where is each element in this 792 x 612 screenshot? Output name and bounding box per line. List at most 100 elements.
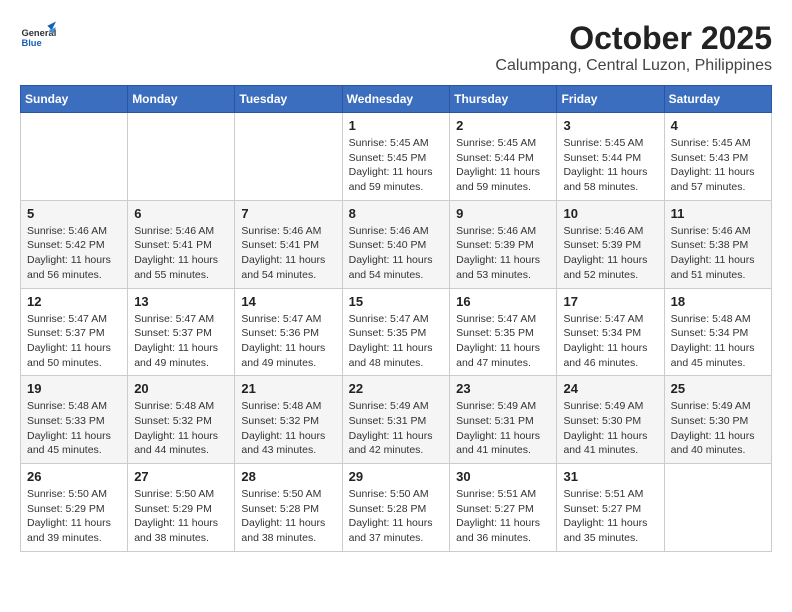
day-info: Sunrise: 5:48 AMSunset: 5:33 PMDaylight:… <box>27 399 122 458</box>
day-info: Sunrise: 5:49 AMSunset: 5:31 PMDaylight:… <box>456 399 551 458</box>
day-info: Sunrise: 5:46 AMSunset: 5:38 PMDaylight:… <box>671 224 766 283</box>
calendar-cell: 22 Sunrise: 5:49 AMSunset: 5:31 PMDayligh… <box>342 376 450 464</box>
title-block: October 2025 Calumpang, Central Luzon, P… <box>495 20 772 75</box>
day-number: 19 <box>27 381 122 396</box>
day-info: Sunrise: 5:47 AMSunset: 5:34 PMDaylight:… <box>563 312 658 371</box>
calendar-cell <box>235 113 342 201</box>
day-info: Sunrise: 5:48 AMSunset: 5:32 PMDaylight:… <box>134 399 229 458</box>
day-number: 28 <box>241 469 336 484</box>
calendar-cell: 20 Sunrise: 5:48 AMSunset: 5:32 PMDayligh… <box>128 376 235 464</box>
day-number: 13 <box>134 294 229 309</box>
day-info: Sunrise: 5:45 AMSunset: 5:43 PMDaylight:… <box>671 136 766 195</box>
day-number: 23 <box>456 381 551 396</box>
day-info: Sunrise: 5:46 AMSunset: 5:40 PMDaylight:… <box>349 224 445 283</box>
calendar-week-4: 19 Sunrise: 5:48 AMSunset: 5:33 PMDayligh… <box>21 376 772 464</box>
calendar-cell: 30 Sunrise: 5:51 AMSunset: 5:27 PMDayligh… <box>450 464 557 552</box>
calendar-cell <box>128 113 235 201</box>
calendar-cell: 11 Sunrise: 5:46 AMSunset: 5:38 PMDayligh… <box>664 200 771 288</box>
calendar-cell: 3 Sunrise: 5:45 AMSunset: 5:44 PMDaylight… <box>557 113 664 201</box>
weekday-header-sunday: Sunday <box>21 86 128 113</box>
calendar-cell: 12Sunrise: 5:47 AMSunset: 5:37 PMDayligh… <box>21 288 128 376</box>
weekday-header-monday: Monday <box>128 86 235 113</box>
day-number: 31 <box>563 469 658 484</box>
day-number: 1 <box>349 118 445 133</box>
calendar-cell: 4 Sunrise: 5:45 AMSunset: 5:43 PMDaylight… <box>664 113 771 201</box>
calendar-cell: 26 Sunrise: 5:50 AMSunset: 5:29 PMDayligh… <box>21 464 128 552</box>
day-info: Sunrise: 5:46 AMSunset: 5:39 PMDaylight:… <box>563 224 658 283</box>
day-info: Sunrise: 5:46 AMSunset: 5:41 PMDaylight:… <box>241 224 336 283</box>
day-number: 27 <box>134 469 229 484</box>
calendar-cell: 13 Sunrise: 5:47 AMSunset: 5:37 PMDayligh… <box>128 288 235 376</box>
day-number: 4 <box>671 118 766 133</box>
day-info: Sunrise: 5:48 AMSunset: 5:34 PMDaylight:… <box>671 312 766 371</box>
day-info: Sunrise: 5:46 AMSunset: 5:39 PMDaylight:… <box>456 224 551 283</box>
calendar-cell: 29Sunrise: 5:50 AMSunset: 5:28 PMDayligh… <box>342 464 450 552</box>
day-number: 3 <box>563 118 658 133</box>
day-number: 14 <box>241 294 336 309</box>
day-info: Sunrise: 5:47 AMSunset: 5:36 PMDaylight:… <box>241 312 336 371</box>
weekday-header-thursday: Thursday <box>450 86 557 113</box>
page-header: General Blue October 2025 Calumpang, Cen… <box>20 20 772 75</box>
day-info: Sunrise: 5:46 AMSunset: 5:41 PMDaylight:… <box>134 224 229 283</box>
calendar-cell: 24 Sunrise: 5:49 AMSunset: 5:30 PMDayligh… <box>557 376 664 464</box>
day-number: 17 <box>563 294 658 309</box>
calendar-cell: 10Sunrise: 5:46 AMSunset: 5:39 PMDayligh… <box>557 200 664 288</box>
calendar-cell: 17 Sunrise: 5:47 AMSunset: 5:34 PMDayligh… <box>557 288 664 376</box>
day-number: 11 <box>671 206 766 221</box>
weekday-header-wednesday: Wednesday <box>342 86 450 113</box>
day-number: 21 <box>241 381 336 396</box>
day-number: 18 <box>671 294 766 309</box>
calendar-cell: 14 Sunrise: 5:47 AMSunset: 5:36 PMDayligh… <box>235 288 342 376</box>
day-info: Sunrise: 5:45 AMSunset: 5:45 PMDaylight:… <box>349 136 445 195</box>
day-number: 2 <box>456 118 551 133</box>
day-info: Sunrise: 5:51 AMSunset: 5:27 PMDaylight:… <box>456 487 551 546</box>
day-number: 25 <box>671 381 766 396</box>
day-info: Sunrise: 5:51 AMSunset: 5:27 PMDaylight:… <box>563 487 658 546</box>
calendar-cell <box>664 464 771 552</box>
calendar-cell: 16 Sunrise: 5:47 AMSunset: 5:35 PMDayligh… <box>450 288 557 376</box>
day-number: 8 <box>349 206 445 221</box>
day-info: Sunrise: 5:46 AMSunset: 5:42 PMDaylight:… <box>27 224 122 283</box>
day-number: 9 <box>456 206 551 221</box>
day-number: 7 <box>241 206 336 221</box>
day-info: Sunrise: 5:48 AMSunset: 5:32 PMDaylight:… <box>241 399 336 458</box>
calendar-cell: 25Sunrise: 5:49 AMSunset: 5:30 PMDayligh… <box>664 376 771 464</box>
calendar-cell: 9 Sunrise: 5:46 AMSunset: 5:39 PMDaylight… <box>450 200 557 288</box>
calendar-cell: 21 Sunrise: 5:48 AMSunset: 5:32 PMDayligh… <box>235 376 342 464</box>
day-number: 30 <box>456 469 551 484</box>
day-info: Sunrise: 5:49 AMSunset: 5:30 PMDaylight:… <box>563 399 658 458</box>
calendar-cell: 5 Sunrise: 5:46 AMSunset: 5:42 PMDaylight… <box>21 200 128 288</box>
day-number: 24 <box>563 381 658 396</box>
calendar-cell: 23 Sunrise: 5:49 AMSunset: 5:31 PMDayligh… <box>450 376 557 464</box>
logo-icon: General Blue <box>20 20 56 56</box>
day-number: 22 <box>349 381 445 396</box>
calendar-table: SundayMondayTuesdayWednesdayThursdayFrid… <box>20 85 772 552</box>
day-info: Sunrise: 5:50 AMSunset: 5:29 PMDaylight:… <box>134 487 229 546</box>
day-info: Sunrise: 5:50 AMSunset: 5:28 PMDaylight:… <box>241 487 336 546</box>
location-title: Calumpang, Central Luzon, Philippines <box>495 57 772 75</box>
day-number: 5 <box>27 206 122 221</box>
calendar-cell: 8 Sunrise: 5:46 AMSunset: 5:40 PMDaylight… <box>342 200 450 288</box>
calendar-cell: 6 Sunrise: 5:46 AMSunset: 5:41 PMDaylight… <box>128 200 235 288</box>
calendar-cell: 18 Sunrise: 5:48 AMSunset: 5:34 PMDayligh… <box>664 288 771 376</box>
day-number: 6 <box>134 206 229 221</box>
day-number: 20 <box>134 381 229 396</box>
day-info: Sunrise: 5:47 AMSunset: 5:35 PMDaylight:… <box>456 312 551 371</box>
calendar-cell: 19 Sunrise: 5:48 AMSunset: 5:33 PMDayligh… <box>21 376 128 464</box>
day-info: Sunrise: 5:47 AMSunset: 5:37 PMDaylight:… <box>134 312 229 371</box>
day-info: Sunrise: 5:49 AMSunset: 5:31 PMDaylight:… <box>349 399 445 458</box>
weekday-header-row: SundayMondayTuesdayWednesdayThursdayFrid… <box>21 86 772 113</box>
calendar-week-1: 1 Sunrise: 5:45 AMSunset: 5:45 PMDaylight… <box>21 113 772 201</box>
weekday-header-saturday: Saturday <box>664 86 771 113</box>
day-number: 29 <box>349 469 445 484</box>
day-info: Sunrise: 5:50 AMSunset: 5:29 PMDaylight:… <box>27 487 122 546</box>
calendar-cell <box>21 113 128 201</box>
day-number: 16 <box>456 294 551 309</box>
month-title: October 2025 <box>495 20 772 57</box>
calendar-cell: 31 Sunrise: 5:51 AMSunset: 5:27 PMDayligh… <box>557 464 664 552</box>
day-info: Sunrise: 5:45 AMSunset: 5:44 PMDaylight:… <box>456 136 551 195</box>
day-info: Sunrise: 5:45 AMSunset: 5:44 PMDaylight:… <box>563 136 658 195</box>
day-number: 26 <box>27 469 122 484</box>
calendar-cell: 2 Sunrise: 5:45 AMSunset: 5:44 PMDaylight… <box>450 113 557 201</box>
day-number: 15 <box>349 294 445 309</box>
